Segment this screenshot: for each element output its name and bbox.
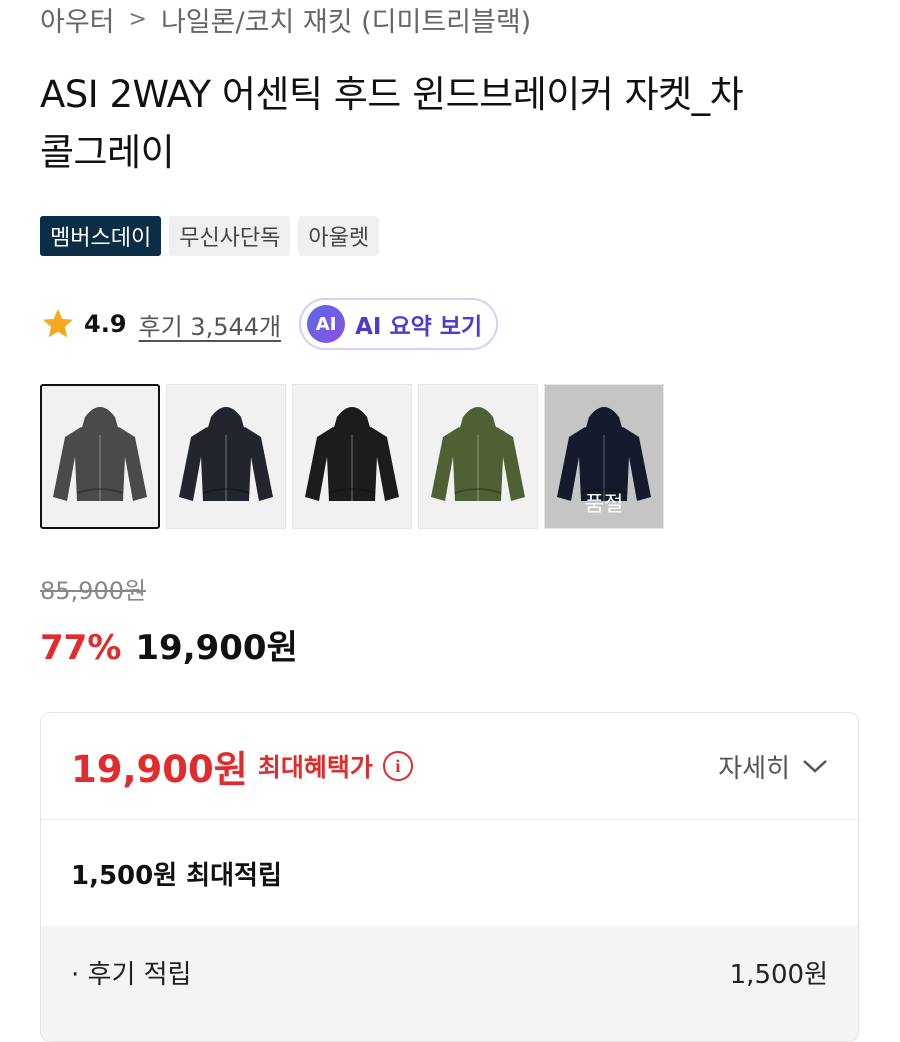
original-price: 85,900원 [40, 577, 147, 605]
info-icon[interactable]: i [382, 751, 413, 781]
badge-list: 멤버스데이 무신사단독 아울렛 [40, 216, 860, 256]
review-points-row: · 후기 적립 1,500원 [41, 926, 858, 1041]
rating-score: 4.9 [84, 310, 127, 338]
breadcrumb: 아우터 > 나일론/코치 재킷 (디미트리블랙) [40, 0, 860, 38]
discount-rate: 77% [40, 628, 122, 668]
detail-toggle[interactable]: 자세히 [718, 748, 828, 785]
review-points-value: 1,500원 [729, 960, 828, 990]
color-thumbnail[interactable] [166, 384, 286, 529]
product-title: ASI 2WAY 어센틱 후드 윈드브레이커 자켓_차 콜그레이 [40, 66, 860, 182]
soldout-label: 품절 [584, 492, 624, 516]
badge-outlet: 아울렛 [298, 216, 380, 256]
product-title-line1: ASI 2WAY 어센틱 후드 윈드브레이커 자켓_차 [40, 73, 744, 116]
color-thumbnail[interactable] [40, 384, 160, 529]
detail-label: 자세히 [718, 753, 790, 784]
color-thumbnail[interactable] [292, 384, 412, 529]
breadcrumb-leaf[interactable]: 나일론/코치 재킷 (디미트리블랙) [161, 0, 531, 39]
jacket-image [305, 406, 399, 501]
reviews-link[interactable]: 후기 3,544개 [139, 307, 282, 342]
color-thumbnails: 품절 [40, 384, 860, 529]
benefit-header: 19,900원 최대혜택가 i 자세히 [41, 713, 858, 820]
review-points-label: · 후기 적립 [71, 960, 192, 990]
chevron-down-icon [803, 760, 827, 773]
jacket-image [431, 406, 525, 501]
breadcrumb-root[interactable]: 아우터 [40, 0, 115, 39]
sale-price: 19,900원 [135, 628, 298, 668]
price-row: 77% 19,900원 [40, 620, 860, 669]
badge-membersday: 멤버스데이 [40, 216, 162, 256]
ai-summary-label: AI 요약 보기 [355, 314, 483, 340]
points-row: 1,500원 최대적립 [41, 820, 858, 926]
jacket-image [53, 406, 147, 501]
benefit-panel: 19,900원 최대혜택가 i 자세히 1,500원 최대적립 · 후기 적립 … [40, 712, 859, 1042]
ai-icon: AI [307, 305, 346, 343]
color-thumbnail[interactable] [418, 384, 538, 529]
color-thumbnail[interactable]: 품절 [544, 384, 664, 529]
rating-row: 4.9 후기 3,544개 AI AI 요약 보기 [40, 296, 860, 352]
product-title-line2: 콜그레이 [40, 131, 175, 174]
star-icon [43, 309, 73, 338]
ai-summary-button[interactable]: AI AI 요약 보기 [299, 298, 499, 350]
max-benefit-price: 19,900원 [71, 748, 248, 791]
chevron-right-icon: > [128, 6, 147, 32]
badge-exclusive: 무신사단독 [169, 216, 291, 256]
max-benefit-label: 최대혜택가 [257, 753, 373, 782]
jacket-image [179, 406, 273, 501]
points-label: 1,500원 최대적립 [71, 860, 282, 891]
